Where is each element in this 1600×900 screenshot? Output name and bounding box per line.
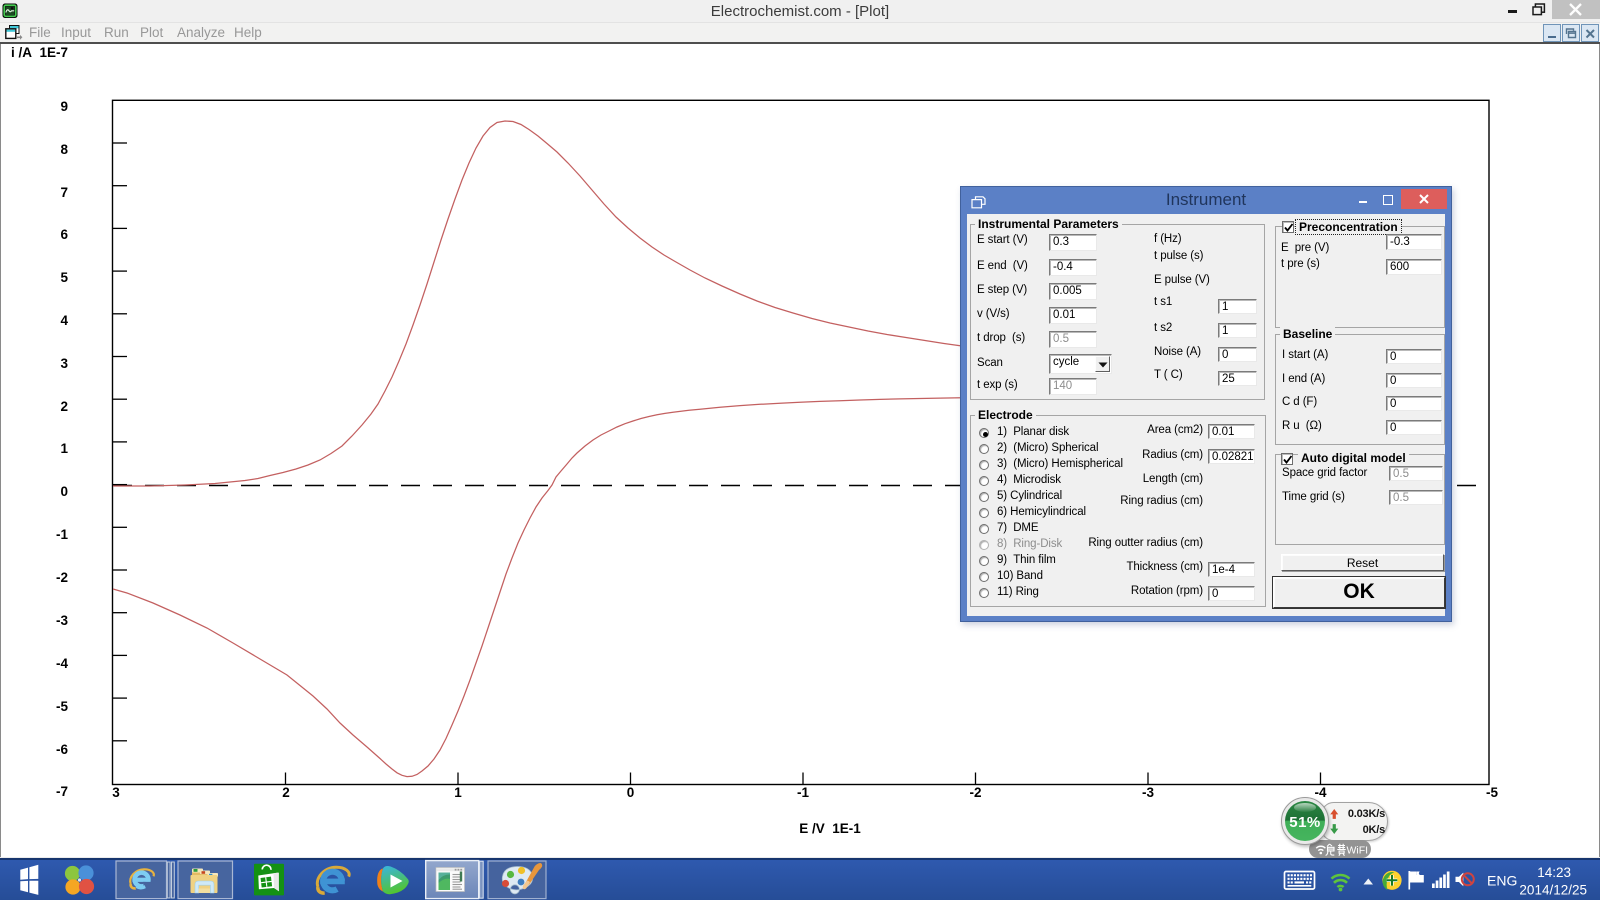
svg-text:6: 6 bbox=[60, 227, 68, 242]
svg-text:i /A 1E-7: i /A 1E-7 bbox=[11, 45, 68, 60]
svg-text:-5: -5 bbox=[1486, 785, 1498, 800]
svg-text:-3: -3 bbox=[1142, 785, 1154, 800]
svg-text:-4: -4 bbox=[1314, 785, 1326, 800]
svg-text:-1: -1 bbox=[797, 785, 809, 800]
svg-text:2: 2 bbox=[60, 399, 68, 414]
svg-text:2014/12/25: 2014/12/25 bbox=[1519, 883, 1587, 898]
svg-text:-2: -2 bbox=[56, 570, 68, 585]
svg-text:WiFI: WiFI bbox=[1347, 845, 1369, 857]
svg-text:-1: -1 bbox=[56, 527, 68, 542]
svg-text:ENG: ENG bbox=[1487, 873, 1517, 889]
svg-text:4: 4 bbox=[60, 313, 68, 328]
svg-text:1: 1 bbox=[454, 785, 462, 800]
svg-text:3: 3 bbox=[112, 785, 120, 800]
svg-text:-5: -5 bbox=[56, 699, 68, 714]
svg-text:0: 0 bbox=[60, 484, 68, 499]
svg-text:9: 9 bbox=[60, 99, 68, 114]
svg-text:8: 8 bbox=[60, 142, 68, 157]
svg-text:-2: -2 bbox=[969, 785, 981, 800]
svg-text:-4: -4 bbox=[56, 656, 68, 671]
svg-text:-3: -3 bbox=[56, 613, 68, 628]
svg-text:5: 5 bbox=[60, 270, 68, 285]
svg-text:0: 0 bbox=[627, 785, 635, 800]
svg-text:E /V 1E-1: E /V 1E-1 bbox=[799, 821, 861, 836]
svg-text:7: 7 bbox=[60, 185, 68, 200]
svg-text:-6: -6 bbox=[56, 742, 68, 757]
svg-text:1: 1 bbox=[60, 441, 68, 456]
svg-text:3: 3 bbox=[60, 356, 68, 371]
svg-text:-7: -7 bbox=[56, 784, 68, 799]
svg-text:2: 2 bbox=[282, 785, 290, 800]
svg-text:14:23: 14:23 bbox=[1537, 865, 1571, 880]
